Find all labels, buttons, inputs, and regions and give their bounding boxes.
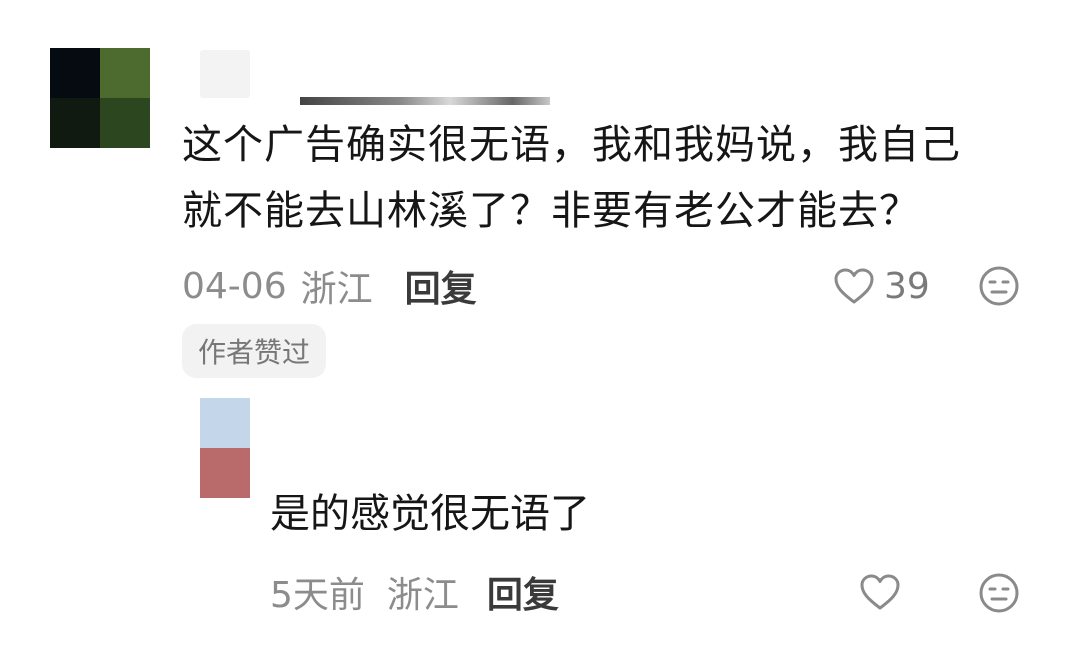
comment-thread: 这个广告确实很无语，我和我妈说，我自己 就不能去山林溪了？非要有老公才能去？ 0… [0, 0, 1080, 649]
comment-text: 这个广告确实很无语，我和我妈说，我自己 就不能去山林溪了？非要有老公才能去？ [182, 112, 1042, 244]
heart-outline-icon [832, 266, 876, 306]
reply-location: 浙江 [386, 575, 459, 616]
reply-meta: 5天前 浙江 回复 [270, 564, 559, 620]
reply-reply-button[interactable]: 回复 [487, 566, 559, 618]
comment-meta: 04-06 浙江 回复 [182, 258, 477, 314]
username-redacted-bar [300, 97, 550, 105]
heart-outline-icon [858, 574, 902, 616]
comment-line: 这个广告确实很无语，我和我妈说，我自己 [182, 122, 961, 168]
avatar[interactable] [50, 48, 150, 148]
reply-button[interactable]: 回复 [405, 260, 477, 312]
author-liked-badge: 作者赞过 [182, 324, 327, 378]
comment-location: 浙江 [300, 269, 373, 310]
reply-text: 是的感觉很无语了 [270, 491, 590, 537]
reply-avatar[interactable] [200, 398, 250, 498]
neutral-face-icon[interactable] [978, 572, 1020, 614]
neutral-face-icon[interactable] [978, 265, 1020, 307]
reply-date: 5天前 [270, 575, 365, 616]
username-redacted [200, 50, 250, 98]
reply-like-button[interactable] [858, 572, 902, 616]
like-count: 39 [884, 265, 930, 307]
comment-date: 04-06 [182, 265, 287, 307]
comment-line: 就不能去山林溪了？非要有老公才能去？ [182, 188, 920, 234]
like-button[interactable]: 39 [832, 262, 930, 310]
